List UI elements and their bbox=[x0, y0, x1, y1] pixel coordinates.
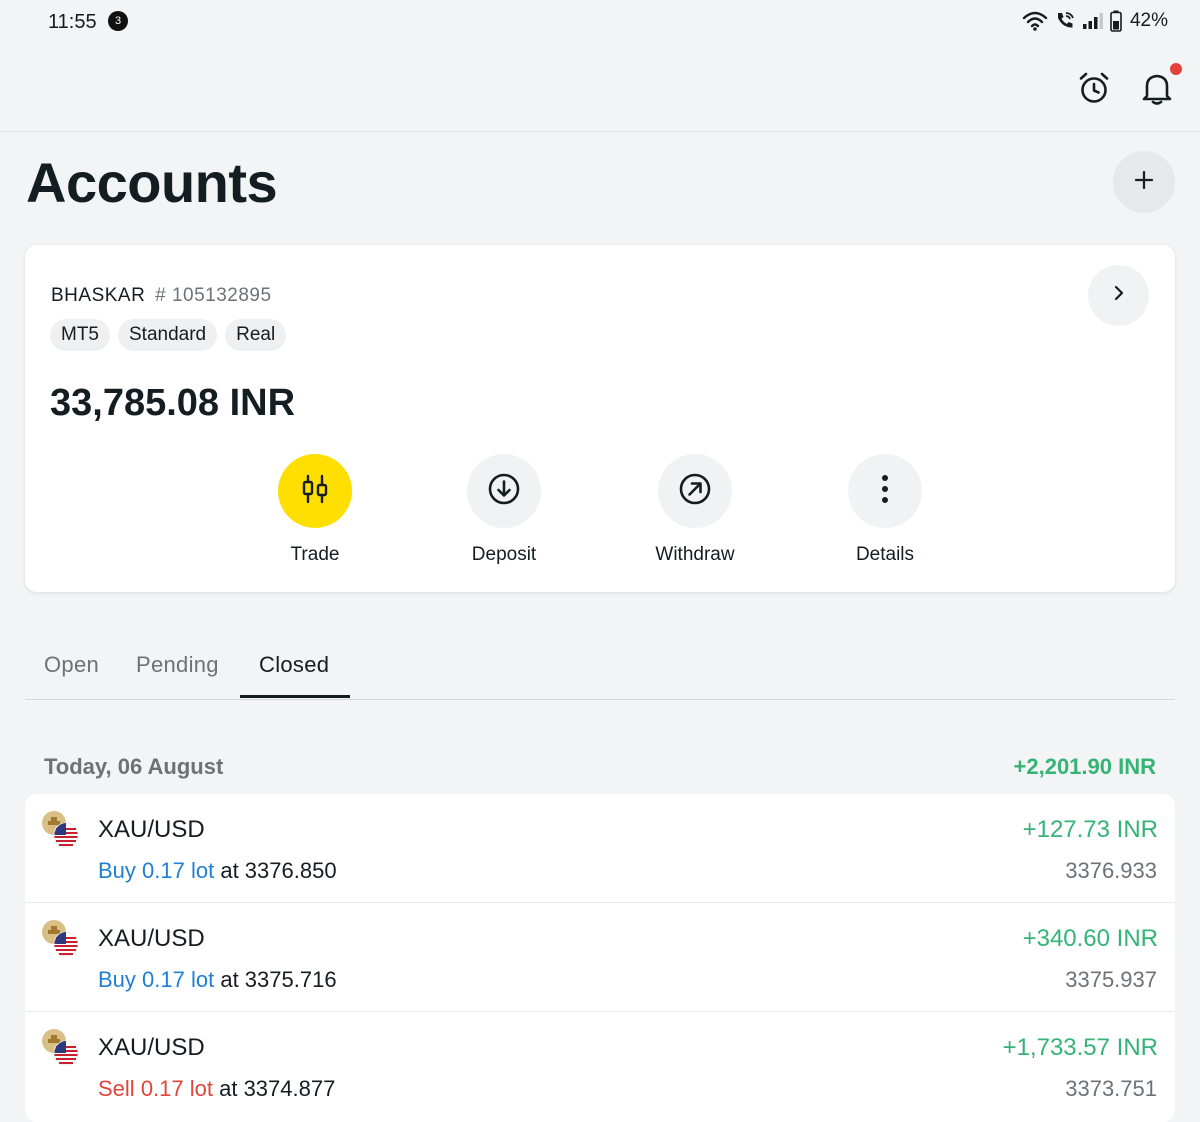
account-name: BHASKAR bbox=[51, 285, 146, 306]
closed-trades-list: XAU/USD Buy 0.17 lot at 3376.850 +127.73… bbox=[25, 794, 1175, 1122]
tab-closed[interactable]: Closed bbox=[259, 652, 329, 678]
signal-icon bbox=[1082, 11, 1104, 31]
tab-open[interactable]: Open bbox=[44, 652, 99, 678]
status-bar: 11:55 3 42% bbox=[0, 0, 1200, 44]
trade-detail: Buy 0.17 lot at 3375.716 bbox=[98, 967, 337, 993]
trade-open-price: at 3374.877 bbox=[219, 1076, 336, 1101]
tag-account-type: Standard bbox=[118, 319, 218, 351]
gold-usd-icon bbox=[41, 919, 83, 961]
alarm-icon[interactable] bbox=[1076, 70, 1112, 106]
orders-tabs: Open Pending Closed bbox=[25, 640, 1175, 700]
trade-symbol: XAU/USD bbox=[98, 1034, 205, 1061]
trade-row[interactable]: XAU/USD Sell 0.17 lot at 3374.877 +1,733… bbox=[25, 1012, 1175, 1122]
active-tab-indicator bbox=[240, 695, 350, 698]
account-balance: 33,785.08 INR bbox=[50, 382, 296, 424]
tag-platform: MT5 bbox=[50, 319, 110, 351]
withdraw-button[interactable]: Withdraw bbox=[620, 454, 770, 566]
trade-lot: 0.17 lot bbox=[140, 1076, 213, 1101]
battery-percentage: 42% bbox=[1129, 10, 1168, 31]
deposit-label: Deposit bbox=[471, 544, 537, 565]
more-vertical-icon bbox=[880, 473, 890, 510]
notification-count-badge: 3 bbox=[108, 11, 128, 31]
account-tags: MT5 Standard Real bbox=[50, 319, 287, 351]
download-circle-icon bbox=[487, 472, 521, 511]
trade-symbol: XAU/USD bbox=[98, 816, 205, 843]
gold-usd-icon bbox=[41, 810, 83, 852]
notification-dot bbox=[1170, 63, 1182, 75]
chevron-right-icon bbox=[1110, 284, 1128, 307]
trade-open-price: at 3375.716 bbox=[220, 967, 337, 992]
battery-icon bbox=[1110, 10, 1122, 32]
trade-row[interactable]: XAU/USD Buy 0.17 lot at 3376.850 +127.73… bbox=[25, 794, 1175, 903]
group-total-profit: +2,201.90 INR bbox=[1013, 754, 1156, 779]
page-title: Accounts bbox=[26, 151, 278, 214]
details-button-circle[interactable] bbox=[848, 454, 922, 528]
trade-side: Buy bbox=[98, 858, 136, 883]
account-card[interactable]: BHASKAR # 105132895 MT5 Standard Real 33… bbox=[25, 245, 1175, 592]
top-bar bbox=[0, 44, 1200, 132]
trade-detail: Sell 0.17 lot at 3374.877 bbox=[98, 1076, 335, 1102]
details-label: Details bbox=[855, 544, 915, 565]
status-time: 11:55 bbox=[48, 11, 97, 33]
add-account-button[interactable] bbox=[1113, 151, 1175, 213]
upload-circle-icon bbox=[678, 472, 712, 511]
account-header: BHASKAR # 105132895 bbox=[51, 285, 272, 307]
trade-side: Sell bbox=[98, 1076, 135, 1101]
trade-lot: 0.17 lot bbox=[142, 967, 215, 992]
plus-icon bbox=[1133, 169, 1155, 196]
gold-usd-icon bbox=[41, 1028, 83, 1070]
trade-open-price: at 3376.850 bbox=[220, 858, 337, 883]
trade-row[interactable]: XAU/USD Buy 0.17 lot at 3375.716 +340.60… bbox=[25, 903, 1175, 1012]
trade-button-circle[interactable] bbox=[278, 454, 352, 528]
trade-side: Buy bbox=[98, 967, 136, 992]
trade-label: Trade bbox=[290, 544, 340, 565]
tab-pending[interactable]: Pending bbox=[136, 652, 219, 678]
trade-detail: Buy 0.17 lot at 3376.850 bbox=[98, 858, 337, 884]
trade-close-price: 3373.751 bbox=[1065, 1076, 1157, 1101]
details-button[interactable]: Details bbox=[810, 454, 960, 566]
wifi-icon bbox=[1022, 10, 1048, 32]
trade-symbol: XAU/USD bbox=[98, 925, 205, 952]
deposit-button-circle[interactable] bbox=[467, 454, 541, 528]
deposit-button[interactable]: Deposit bbox=[429, 454, 579, 566]
wifi-calling-icon bbox=[1054, 10, 1076, 32]
withdraw-label: Withdraw bbox=[655, 544, 735, 565]
trade-profit: +340.60 INR bbox=[1022, 925, 1158, 952]
trade-profit: +1,733.57 INR bbox=[1002, 1034, 1158, 1061]
account-number: # 105132895 bbox=[155, 285, 272, 306]
tag-mode: Real bbox=[225, 319, 287, 351]
trade-button[interactable]: Trade bbox=[240, 454, 390, 566]
candlestick-icon bbox=[299, 473, 331, 510]
account-open-button[interactable] bbox=[1088, 265, 1149, 326]
trade-lot: 0.17 lot bbox=[142, 858, 215, 883]
group-date: Today, 06 August bbox=[44, 754, 224, 779]
trade-profit: +127.73 INR bbox=[1022, 816, 1158, 843]
trade-close-price: 3375.937 bbox=[1065, 967, 1157, 992]
trade-close-price: 3376.933 bbox=[1065, 858, 1157, 883]
status-icons: 42% bbox=[1022, 10, 1168, 32]
withdraw-button-circle[interactable] bbox=[658, 454, 732, 528]
bell-icon[interactable] bbox=[1139, 70, 1175, 106]
